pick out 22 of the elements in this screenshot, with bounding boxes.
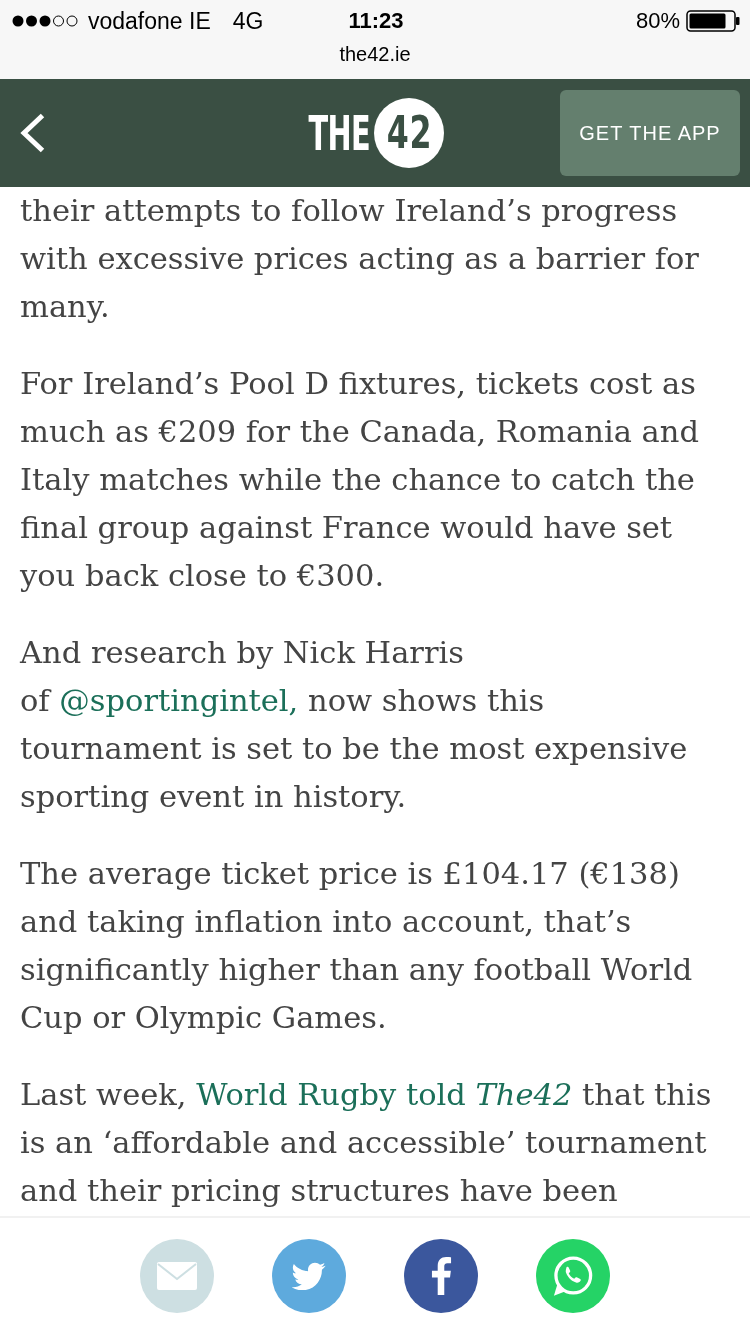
logo-badge: 42 — [374, 98, 445, 168]
url-text[interactable]: the42.ie — [339, 43, 411, 66]
status-time: 11:23 — [348, 8, 404, 34]
battery-icon — [686, 10, 740, 32]
signal-icon — [12, 15, 79, 27]
article-link[interactable]: World Rugby told The42 — [196, 1077, 573, 1112]
article-link[interactable]: @sportingintel, — [59, 683, 299, 718]
logo-wordmark: THE — [308, 109, 370, 157]
mail-icon — [157, 1262, 197, 1290]
letter-f-icon — [430, 1257, 452, 1295]
article-paragraph: And research by Nick Harris of @sportingintel, now shows this tournament is set to be the most expensive sporting event in history. — [20, 634, 689, 816]
article-paragraph: The average ticket price is £104.17 (€138) and taking inflation into account, that’s significantly higher than any football World Cup or Olympic Games. — [20, 855, 694, 1037]
get-app-button[interactable]: GET THE APP — [560, 90, 740, 176]
article-paragraph: Last week, World Rugby told The42 that this is an ‘affordable and accessible’ tournament and their pricing structures have been — [20, 1076, 713, 1210]
battery-percent: 80% — [635, 8, 680, 34]
chat-phone-icon — [553, 1256, 593, 1296]
carrier-name: vodafone IE — [88, 7, 211, 35]
bird-icon — [292, 1262, 326, 1290]
back-icon[interactable] — [20, 113, 46, 153]
network-type: 4G — [232, 7, 264, 35]
article-paragraph: For Ireland’s Pool D fixtures, tickets cost as much as €209 for the Canada, Romania and Italy matches while the chance to catch the final group against France would have set you back close to €300. — [20, 365, 700, 595]
article-paragraph: their attempts to follow Ireland’s progress with excessive prices acting as a barrier for many. — [20, 192, 700, 326]
